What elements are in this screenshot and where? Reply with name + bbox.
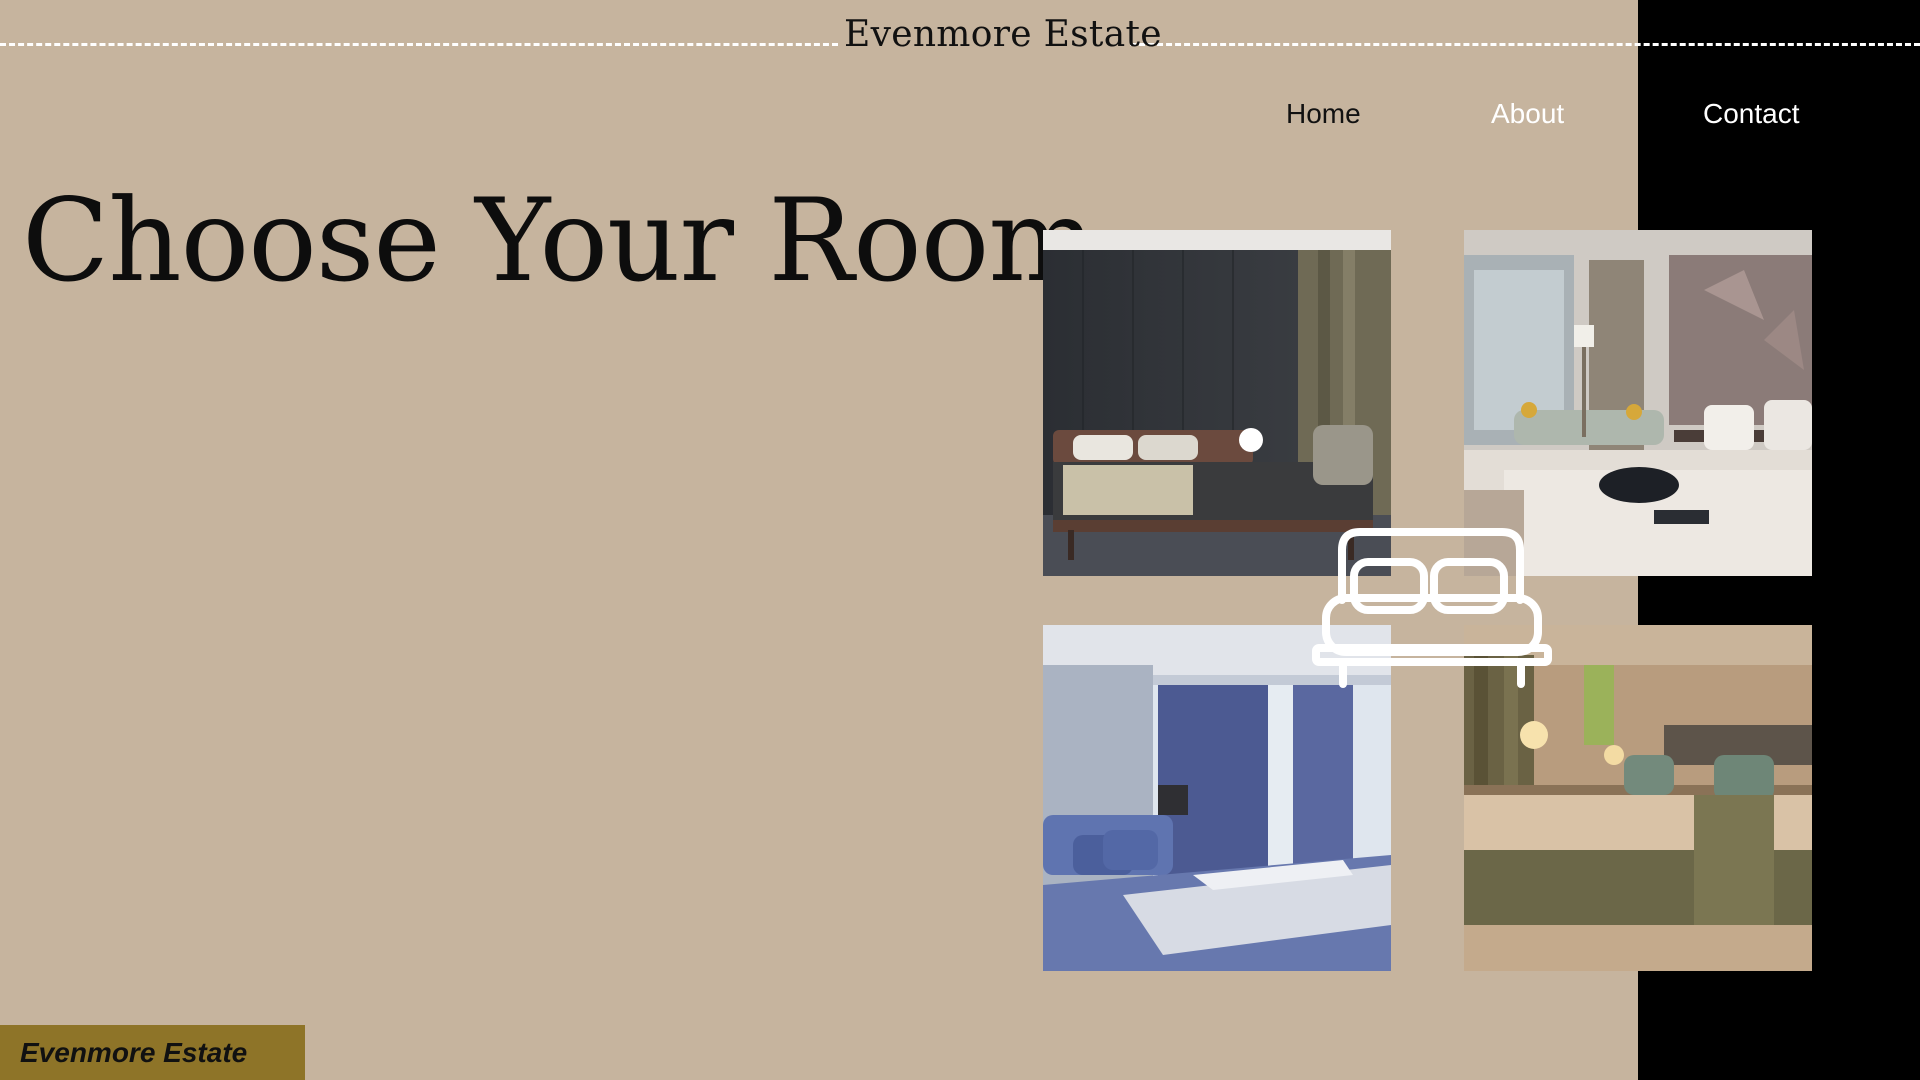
dashed-divider-right bbox=[1130, 43, 1920, 46]
dashed-divider-left bbox=[0, 43, 838, 46]
bed-icon bbox=[1312, 528, 1552, 688]
brand-title: Evenmore Estate bbox=[844, 14, 1162, 55]
footer-brand-badge: Evenmore Estate bbox=[0, 1025, 305, 1080]
page-title: Choose Your Room bbox=[22, 174, 1096, 307]
nav-contact-link[interactable]: Contact bbox=[1703, 98, 1800, 130]
nav-home-link[interactable]: Home bbox=[1286, 98, 1361, 130]
footer-brand-text: Evenmore Estate bbox=[20, 1037, 248, 1068]
nav-about-link[interactable]: About bbox=[1491, 98, 1564, 130]
